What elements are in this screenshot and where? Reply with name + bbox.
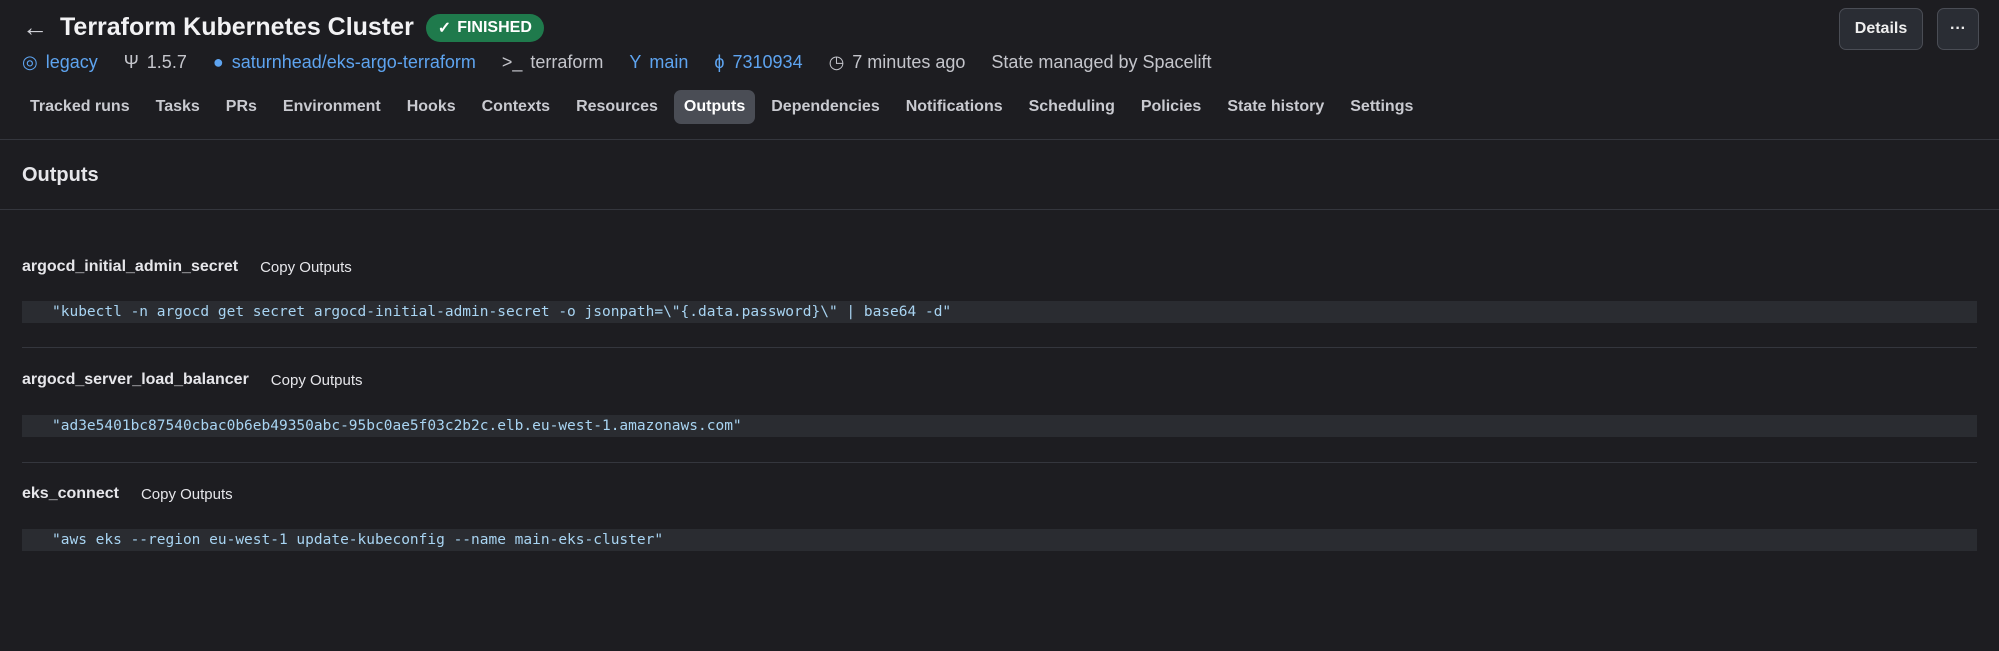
commit-icon: ϕ xyxy=(714,52,725,72)
section-title: Outputs xyxy=(22,164,99,186)
terraform-icon: Ψ xyxy=(123,52,139,72)
tab-policies[interactable]: Policies xyxy=(1131,90,1211,124)
tab-resources[interactable]: Resources xyxy=(566,90,668,124)
tab-dependencies[interactable]: Dependencies xyxy=(761,90,889,124)
tab-state-history[interactable]: State history xyxy=(1217,90,1334,124)
clock-icon: ◷ xyxy=(828,52,845,72)
commit-link[interactable]: ϕ 7310934 xyxy=(714,52,802,73)
tab-settings[interactable]: Settings xyxy=(1340,90,1423,124)
page-header: ← Terraform Kubernetes Cluster ✓ FINISHED xyxy=(22,12,544,43)
copy-outputs-button[interactable]: Copy Outputs xyxy=(141,486,233,503)
tab-contexts[interactable]: Contexts xyxy=(472,90,560,124)
output-value: "kubectl -n argocd get secret argocd-ini… xyxy=(22,301,1977,323)
more-options-button[interactable]: ··· xyxy=(1937,8,1979,50)
details-button[interactable]: Details xyxy=(1839,8,1923,50)
output-value: "ad3e5401bc87540cbac0b6eb49350abc-95bc0a… xyxy=(22,415,1977,437)
output-name: argocd_server_load_balancer xyxy=(22,371,249,388)
tool: >_ terraform xyxy=(501,52,604,72)
divider xyxy=(0,139,1999,140)
divider xyxy=(0,209,1999,210)
branch-icon: Y xyxy=(629,52,642,72)
branch-link[interactable]: Ymain xyxy=(629,52,688,73)
stack-meta: ◎ legacy Ψ 1.5.7 ● saturnhead/eks-argo-terr… xyxy=(22,52,1212,73)
back-arrow-icon[interactable]: ← xyxy=(22,12,48,43)
output-name: eks_connect xyxy=(22,485,119,502)
page-title: Terraform Kubernetes Cluster xyxy=(60,13,414,41)
copy-outputs-button[interactable]: Copy Outputs xyxy=(271,372,363,389)
status-badge: ✓ FINISHED xyxy=(425,13,544,42)
output-item: argocd_server_load_balancer Copy Outputs xyxy=(22,371,363,389)
output-item: argocd_initial_admin_secret Copy Outputs xyxy=(22,258,352,276)
tab-hooks[interactable]: Hooks xyxy=(397,90,466,124)
divider xyxy=(22,347,1977,348)
repo-link[interactable]: ● saturnhead/eks-argo-terraform xyxy=(213,52,476,73)
output-item: eks_connect Copy Outputs xyxy=(22,485,233,503)
terraform-version: Ψ 1.5.7 xyxy=(123,52,187,72)
state-info: State managed by Spacelift xyxy=(991,52,1212,72)
terminal-icon: >_ xyxy=(501,52,523,72)
tab-prs[interactable]: PRs xyxy=(216,90,267,124)
tab-notifications[interactable]: Notifications xyxy=(896,90,1013,124)
space-icon: ◎ xyxy=(22,52,38,72)
copy-outputs-button[interactable]: Copy Outputs xyxy=(260,259,352,276)
tab-environment[interactable]: Environment xyxy=(273,90,391,124)
output-value: "aws eks --region eu-west-1 update-kubec… xyxy=(22,529,1977,551)
tab-scheduling[interactable]: Scheduling xyxy=(1019,90,1125,124)
tab-outputs[interactable]: Outputs xyxy=(673,90,756,124)
tab-tracked-runs[interactable]: Tracked runs xyxy=(20,90,140,124)
github-icon: ● xyxy=(212,52,224,72)
check-icon: ✓ xyxy=(437,19,452,37)
tab-tasks[interactable]: Tasks xyxy=(146,90,210,124)
divider xyxy=(22,462,1977,463)
output-name: argocd_initial_admin_secret xyxy=(22,258,239,275)
updated-time: ◷ 7 minutes ago xyxy=(828,52,966,72)
tab-bar: Tracked runs Tasks PRs Environment Hooks Cont… xyxy=(20,90,1423,124)
space-link[interactable]: ◎ legacy xyxy=(22,52,98,73)
